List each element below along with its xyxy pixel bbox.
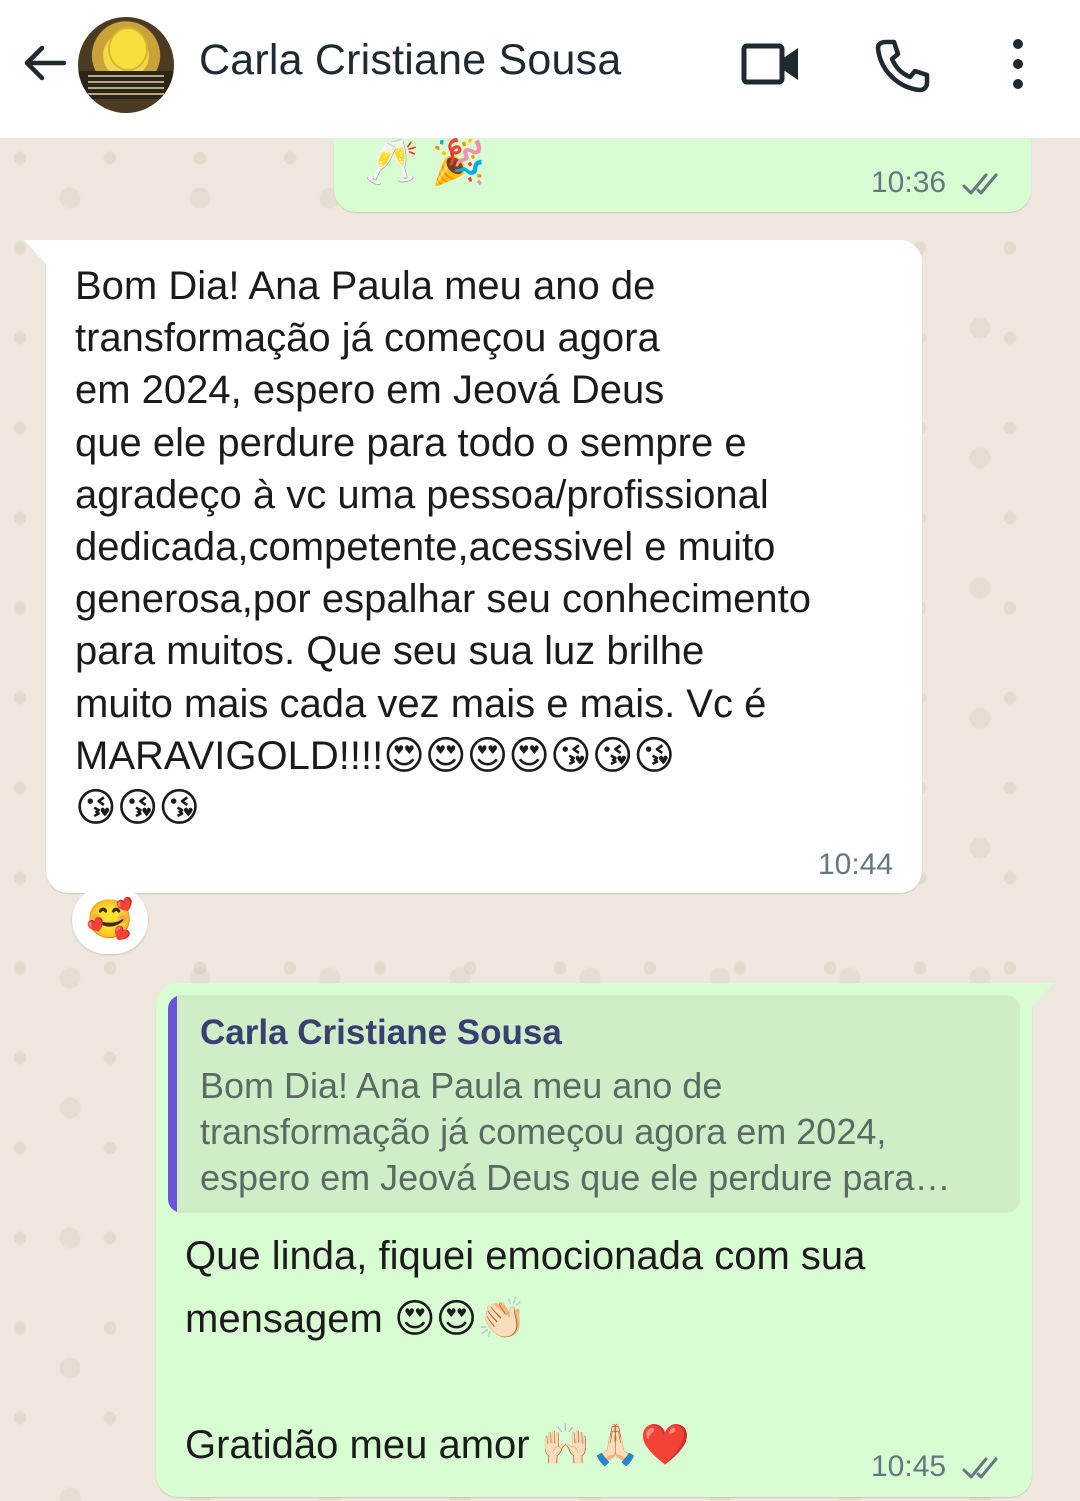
message-time: 10:36 — [871, 166, 947, 199]
message-text: Bom Dia! Ana Paula meu ano de transforma… — [75, 264, 812, 831]
message-text: 🥂 🎉 — [364, 138, 486, 187]
read-receipt-icon — [962, 173, 998, 195]
quote-text: Bom Dia! Ana Paula meu ano de transforma… — [200, 1065, 951, 1198]
more-vertical-icon[interactable] — [1000, 36, 1036, 92]
outgoing-reply-message[interactable]: Carla Cristiane Sousa Bom Dia! Ana Paula… — [156, 983, 1054, 1497]
message-time: 10:44 — [818, 848, 894, 881]
read-receipt-icon — [962, 1457, 998, 1479]
message-reaction[interactable]: 🥰 — [72, 886, 148, 954]
message-time: 10:45 — [871, 1450, 947, 1483]
avatar[interactable] — [78, 17, 174, 113]
contact-name[interactable]: Carla Cristiane Sousa — [199, 36, 621, 85]
quote-bar — [168, 995, 177, 1213]
message-text: Que linda, fiquei emocionada com sua men… — [185, 1234, 866, 1467]
video-call-icon[interactable] — [740, 36, 802, 92]
incoming-message[interactable]: Bom Dia! Ana Paula meu ano de transforma… — [24, 240, 922, 893]
quote-author: Carla Cristiane Sousa — [200, 1013, 562, 1052]
phone-icon[interactable] — [872, 36, 932, 96]
chat-header: Carla Cristiane Sousa — [0, 0, 1080, 138]
quoted-message[interactable]: Carla Cristiane Sousa Bom Dia! Ana Paula… — [168, 995, 1020, 1213]
arrow-left-icon[interactable] — [20, 38, 70, 88]
